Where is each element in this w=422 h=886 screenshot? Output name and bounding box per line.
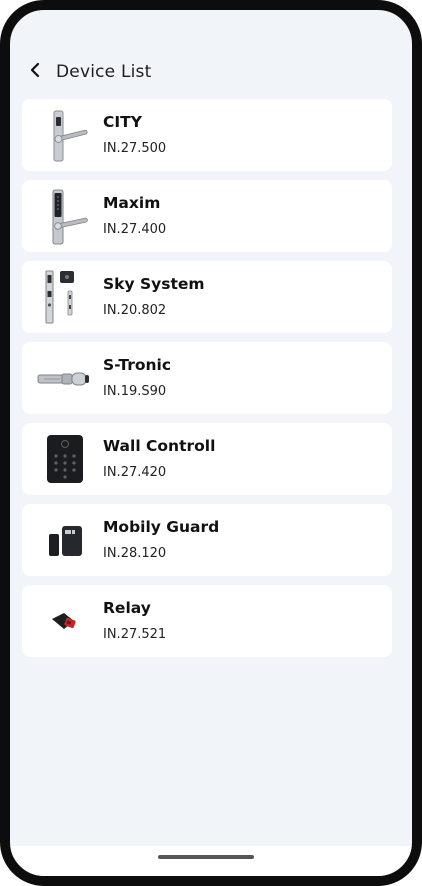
- home-indicator[interactable]: [158, 855, 254, 859]
- device-item-s-tronic[interactable]: S-Tronic IN.19.S90: [22, 342, 392, 414]
- device-code: IN.20.802: [103, 303, 167, 318]
- page-title: Device List: [56, 62, 152, 82]
- device-name: Mobily Guard: [103, 518, 220, 536]
- device-item-sky-system[interactable]: Sky System IN.20.802: [22, 261, 392, 333]
- device-name: Sky System: [103, 275, 205, 293]
- chevron-left-icon: [30, 62, 40, 78]
- device-code: IN.27.500: [103, 141, 167, 156]
- keypad-door-handle-icon: [32, 184, 96, 248]
- device-name: S-Tronic: [103, 356, 172, 374]
- device-code: IN.19.S90: [103, 384, 167, 399]
- device-name: CITY: [103, 113, 142, 131]
- device-item-city[interactable]: CITY IN.27.500: [22, 99, 392, 171]
- back-button[interactable]: [20, 54, 52, 86]
- device-code: IN.28.120: [103, 546, 167, 561]
- wall-keypad-icon: [32, 427, 96, 491]
- gesture-bar: [10, 846, 412, 876]
- door-handle-lock-icon: [32, 103, 96, 167]
- device-item-relay[interactable]: Relay IN.27.521: [22, 585, 392, 657]
- device-code: IN.27.420: [103, 465, 167, 480]
- cylinder-lock-icon: [32, 346, 96, 410]
- device-item-mobily-guard[interactable]: Mobily Guard IN.28.120: [22, 504, 392, 576]
- device-name: Maxim: [103, 194, 161, 212]
- device-code: IN.27.521: [103, 627, 167, 642]
- phone-frame: Device List CITY IN.27.500 Maxim IN.27.4…: [0, 0, 422, 886]
- relay-module-icon: [32, 589, 96, 653]
- device-name: Wall Controll: [103, 437, 216, 455]
- mortise-lock-system-icon: [32, 265, 96, 329]
- app-header: Device List: [10, 50, 412, 90]
- device-list: CITY IN.27.500 Maxim IN.27.400 Sky Syste…: [22, 99, 392, 666]
- device-item-wall-controll[interactable]: Wall Controll IN.27.420: [22, 423, 392, 495]
- door-sensor-icon: [32, 508, 96, 572]
- device-code: IN.27.400: [103, 222, 167, 237]
- device-name: Relay: [103, 599, 151, 617]
- device-item-maxim[interactable]: Maxim IN.27.400: [22, 180, 392, 252]
